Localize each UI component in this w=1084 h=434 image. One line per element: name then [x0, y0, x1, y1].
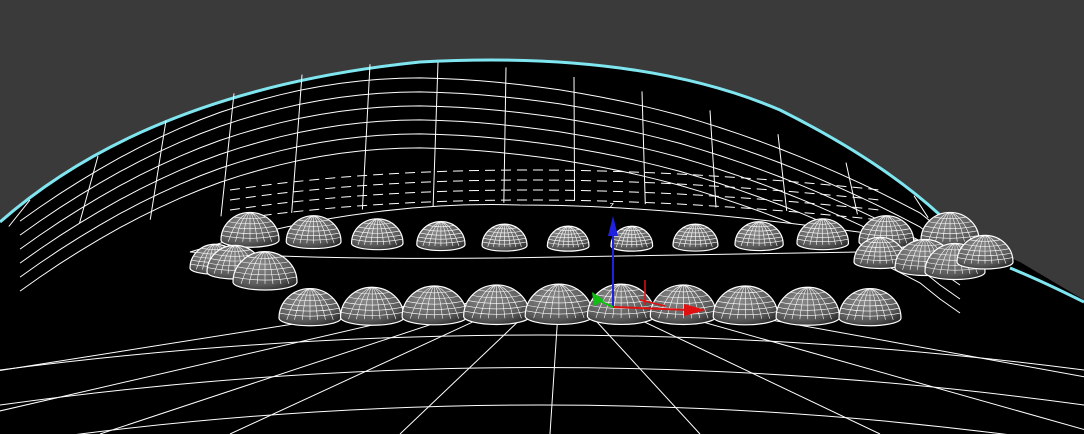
3d-viewport[interactable]	[0, 0, 1084, 434]
wire-line	[573, 77, 576, 201]
gizmo-z-label: z	[609, 201, 615, 211]
